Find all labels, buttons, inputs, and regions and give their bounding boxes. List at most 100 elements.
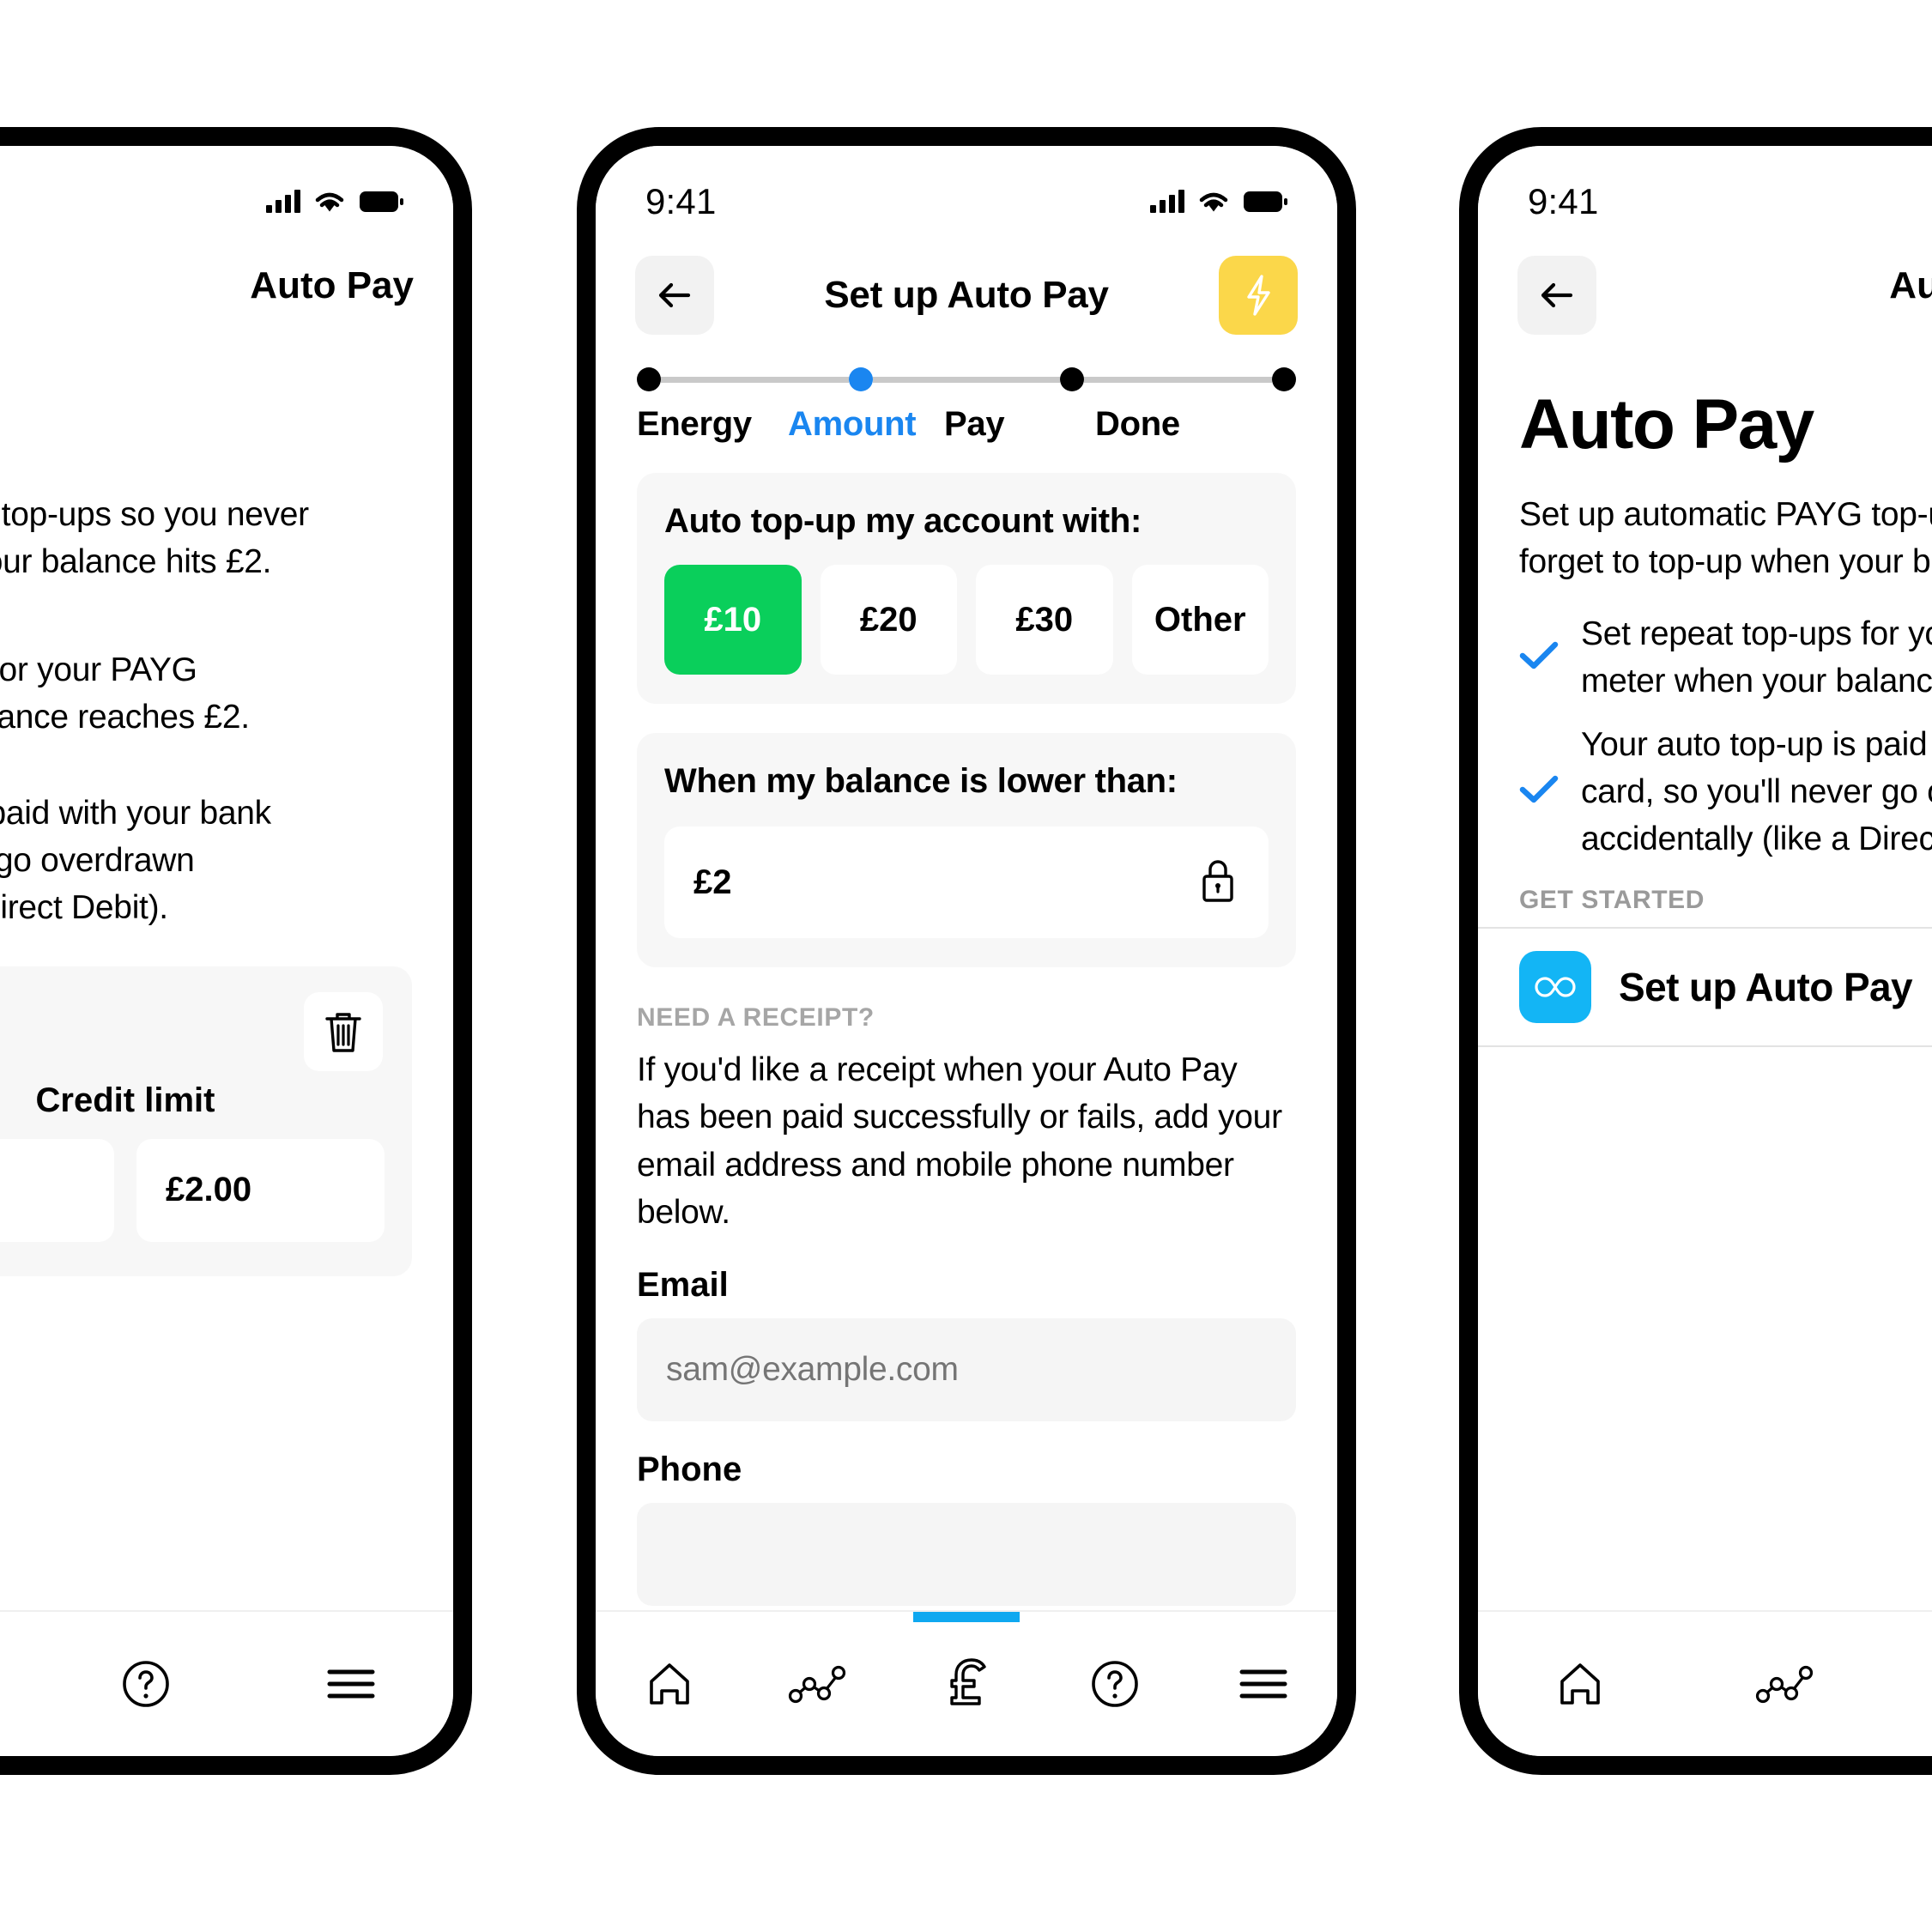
step-connector-1: [661, 376, 849, 383]
list-item[interactable]: Set up Auto Pay: [1478, 926, 1932, 1047]
checklist-1-line-1: Set repeat top-ups for yo: [1581, 615, 1932, 652]
check-icon: [1519, 774, 1559, 809]
receipt-paragraph: If you'd like a receipt when your Auto P…: [637, 1051, 1282, 1232]
right-nav-header: Auto Pay: [1478, 225, 1932, 336]
email-label: Email: [637, 1265, 729, 1304]
auto-topup-amount-card: Auto top-up my account with: £10 £20 £30…: [637, 473, 1296, 704]
phone-left: Auto Pay c PAYG top-ups so you never whe…: [0, 127, 472, 1775]
step-connector-3: [1084, 376, 1273, 383]
step-label-pay: Pay: [944, 405, 1005, 443]
check-icon: [1519, 640, 1559, 675]
battery-icon: [359, 191, 403, 213]
amount-option-other[interactable]: Other: [1131, 565, 1269, 675]
tab-menu[interactable]: [248, 1612, 453, 1756]
checklist-item: Your auto top-up is paid card, so you'll…: [1519, 721, 1932, 863]
checklist-item-text: Set repeat top-ups for yo meter when you…: [1581, 610, 1932, 706]
stepper-dots: [637, 367, 1297, 391]
phone-input[interactable]: [637, 1502, 1296, 1606]
right-status-time: 9:41: [1528, 181, 1599, 221]
credit-limit-fields: £2.00: [0, 1138, 385, 1242]
checklist-2-line-3: accidentally (like a Direct: [1581, 821, 1932, 858]
balance-threshold-card: When my balance is lower than: £2: [637, 733, 1296, 967]
tab-pound[interactable]: [893, 1612, 1041, 1756]
left-checklist-line-4: ll never go overdrawn: [0, 841, 195, 879]
credit-limit-label: Credit limit: [35, 1081, 215, 1119]
left-checklist-line-2: your balance reaches £2.: [0, 699, 250, 736]
checklist-2-line-1: Your auto top-up is paid: [1581, 725, 1928, 763]
mid-status-time: 9:41: [645, 181, 717, 221]
balance-threshold-value: £2: [693, 863, 732, 901]
left-page-heading: Auto Pay: [250, 264, 414, 306]
back-arrow-icon[interactable]: [1517, 256, 1596, 335]
battery-icon: [1243, 191, 1287, 213]
screenshot-canvas: Auto Pay c PAYG top-ups so you never whe…: [0, 0, 1932, 1932]
auto-topup-amount-title: Auto top-up my account with:: [664, 502, 1142, 540]
pound-icon: [950, 1658, 986, 1705]
tab-help[interactable]: [1040, 1612, 1189, 1756]
hamburger-menu-icon: [327, 1669, 375, 1699]
email-input[interactable]: [637, 1317, 1296, 1421]
step-label-amount: Amount: [788, 405, 917, 443]
help-circle-icon: [123, 1661, 169, 1707]
back-arrow-icon[interactable]: [635, 256, 714, 335]
help-circle-icon: [1091, 1661, 1138, 1707]
right-intro-line-2: forget to top-up when your b: [1519, 543, 1931, 581]
home-icon: [1560, 1663, 1601, 1705]
mid-tab-bar: [596, 1610, 1337, 1756]
phone-right: 9:41 Auto Pay Auto Pay Set up automatic …: [1459, 127, 1932, 1775]
tab-menu[interactable]: [1189, 1612, 1337, 1756]
tab-pound[interactable]: [1887, 1612, 1932, 1756]
credit-limit-card: Credit limit £2.00: [0, 966, 412, 1276]
right-intro-line-1: Set up automatic PAYG top-u: [1519, 496, 1932, 533]
list-item-label: Set up Auto Pay: [1619, 964, 1913, 1009]
step-label-done: Done: [1095, 405, 1180, 443]
left-screen: Auto Pay c PAYG top-ups so you never whe…: [0, 146, 453, 1756]
trash-icon[interactable]: [304, 991, 383, 1071]
usage-chart-icon: [789, 1665, 846, 1704]
mid-status-bar: 9:41: [596, 146, 1337, 225]
step-connector-2: [872, 376, 1061, 383]
step-dot-energy[interactable]: [637, 367, 661, 391]
wifi-icon: [314, 191, 345, 213]
left-checklist-line-5: (like a Direct Debit).: [0, 889, 168, 927]
tab-home[interactable]: [596, 1612, 744, 1756]
amount-option-10[interactable]: £10: [664, 565, 802, 675]
tab-help[interactable]: [44, 1612, 249, 1756]
amount-option-20[interactable]: £20: [820, 565, 957, 675]
left-checklist-line-3: p-up is paid with your bank: [0, 794, 271, 832]
right-tab-bar: [1478, 1610, 1932, 1756]
step-dot-pay[interactable]: [1060, 367, 1085, 391]
checklist-item: Set repeat top-ups for yo meter when you…: [1519, 610, 1932, 706]
right-page-title: Auto Pay: [1889, 264, 1932, 306]
checklist-2-line-2: card, so you'll never go ov: [1581, 772, 1932, 810]
home-icon: [650, 1663, 690, 1705]
step-dot-amount[interactable]: [848, 367, 873, 391]
amount-options: £10 £20 £30 Other: [664, 565, 1269, 675]
receipt-eyebrow: NEED A RECEIPT?: [637, 1003, 875, 1032]
step-dot-done[interactable]: [1272, 367, 1297, 391]
signal-bars-icon: [266, 190, 300, 213]
phone-label: Phone: [637, 1450, 742, 1488]
mid-screen: 9:41 Set up Auto Pay Energy Amount Pay D…: [596, 146, 1337, 1756]
stepper-labels: Energy Amount Pay Done: [637, 405, 1296, 444]
page-title: Auto Pay: [1519, 385, 1814, 463]
phone-middle: 9:41 Set up Auto Pay Energy Amount Pay D…: [577, 127, 1356, 1775]
tab-usage[interactable]: [1683, 1612, 1888, 1756]
mid-nav-header: Set up Auto Pay: [596, 225, 1337, 336]
lightning-bolt-icon[interactable]: [1219, 256, 1298, 335]
hamburger-menu-icon: [1239, 1669, 1287, 1699]
tab-home[interactable]: [1478, 1612, 1683, 1756]
left-description-line-1: c PAYG top-ups so you never: [0, 496, 309, 533]
left-checklist-line-1: op-ups for your PAYG: [0, 651, 197, 688]
credit-limit-field-left[interactable]: [0, 1138, 114, 1242]
balance-threshold-field[interactable]: £2: [664, 827, 1269, 938]
usage-chart-icon: [1755, 1665, 1814, 1704]
benefits-checklist: Set repeat top-ups for yo meter when you…: [1478, 586, 1932, 863]
lock-icon: [1196, 856, 1239, 910]
credit-limit-value[interactable]: £2.00: [136, 1138, 385, 1242]
amount-option-30[interactable]: £30: [976, 565, 1113, 675]
infinity-icon: [1519, 950, 1591, 1023]
tab-pound[interactable]: [0, 1612, 44, 1756]
left-nav-header: Auto Pay: [0, 225, 453, 336]
tab-usage[interactable]: [744, 1612, 893, 1756]
